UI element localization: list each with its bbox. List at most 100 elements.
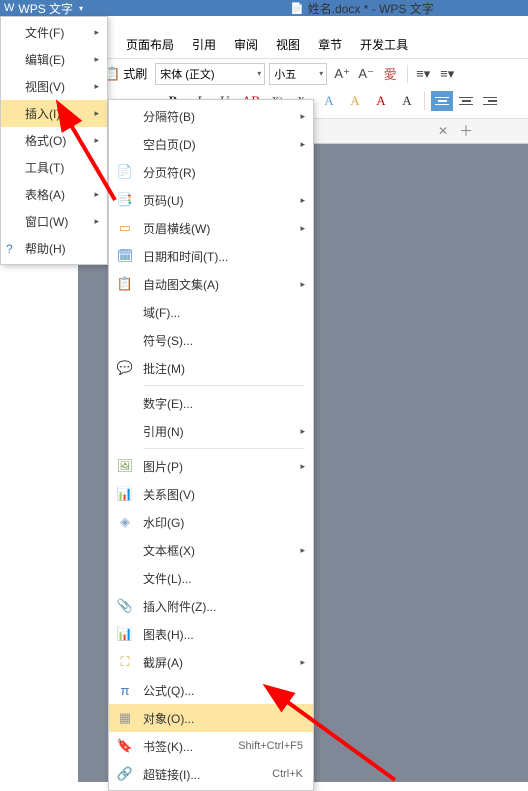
- document-icon: 📄: [290, 2, 304, 15]
- insert-menu-item[interactable]: 📄分页符(R): [109, 158, 313, 186]
- chevron-right-icon: ▸: [300, 195, 305, 206]
- menu-item-label: 空白页(D): [143, 136, 196, 153]
- classic-menu-item[interactable]: 视图(V)▸: [1, 73, 107, 100]
- menu-item-icon: ◈: [117, 514, 133, 530]
- insert-menu-item[interactable]: 📎插入附件(Z)...: [109, 592, 313, 620]
- bullets-button[interactable]: ≡▾: [412, 63, 434, 85]
- text-effect-button[interactable]: A: [316, 90, 342, 112]
- insert-menu-item[interactable]: 引用(N)▸: [109, 417, 313, 445]
- font-size-select[interactable]: 小五 ▾: [269, 63, 327, 85]
- chevron-down-icon: ▾: [257, 69, 261, 78]
- decrease-font-button[interactable]: A⁻: [355, 63, 377, 85]
- menu-item-label: 文本框(X): [143, 542, 195, 559]
- menu-item-label: 日期和时间(T)...: [143, 248, 228, 265]
- highlight-button[interactable]: A: [342, 90, 368, 112]
- insert-menu-item[interactable]: ◈水印(G): [109, 508, 313, 536]
- insert-menu-item[interactable]: 🔗超链接(I)...Ctrl+K: [109, 760, 313, 788]
- insert-menu-item[interactable]: 空白页(D)▸: [109, 130, 313, 158]
- chevron-right-icon: ▸: [300, 461, 305, 472]
- tab-page-layout[interactable]: 页面布局: [126, 36, 174, 53]
- menu-item-label: 图片(P): [143, 458, 183, 475]
- menu-item-label: 页眉横线(W): [143, 220, 210, 237]
- classic-menu-item[interactable]: 工具(T)▸: [1, 154, 107, 181]
- phonetic-guide-button[interactable]: 愛: [379, 63, 401, 85]
- menu-item-icon: [117, 304, 133, 320]
- tab-developer[interactable]: 开发工具: [360, 36, 408, 53]
- menu-item-label: 分隔符(B): [143, 108, 195, 125]
- insert-menu-item[interactable]: 文件(L)...: [109, 564, 313, 592]
- menu-item-label: 数字(E)...: [143, 395, 193, 412]
- tab-view[interactable]: 视图: [276, 36, 300, 53]
- align-left-button[interactable]: [431, 91, 453, 111]
- document-title-wrap: 📄 姓名.docx * - WPS 文字: [290, 0, 434, 16]
- insert-menu-item[interactable]: 数字(E)...: [109, 389, 313, 417]
- numbering-button[interactable]: ≡▾: [436, 63, 458, 85]
- insert-menu-item[interactable]: 🔖书签(K)...Shift+Ctrl+F5: [109, 732, 313, 760]
- tab-sections[interactable]: 章节: [318, 36, 342, 53]
- chevron-right-icon: ▸: [94, 216, 99, 227]
- increase-font-button[interactable]: A⁺: [331, 63, 353, 85]
- insert-menu-item[interactable]: 💬 批注(M): [109, 354, 313, 382]
- insert-menu-item[interactable]: ▦ 对象(O)...: [109, 704, 313, 732]
- menu-item-label: 批注(M): [143, 360, 185, 377]
- font-size-value: 小五: [274, 66, 296, 82]
- insert-menu-item[interactable]: 📑页码(U)▸: [109, 186, 313, 214]
- menu-item-label: 书签(K)...: [143, 738, 193, 755]
- titlebar-dropdown-icon[interactable]: ▾: [79, 4, 83, 13]
- menu-item-label: 对象(O)...: [143, 710, 194, 727]
- insert-menu-item[interactable]: 🖼图片(P)▸: [109, 452, 313, 480]
- menu-item-label: 关系图(V): [143, 486, 195, 503]
- classic-menu-item[interactable]: ?帮助(H): [1, 235, 107, 262]
- insert-menu-item[interactable]: π公式(Q)...: [109, 676, 313, 704]
- insert-menu-item[interactable]: 🗓日期和时间(T)...: [109, 242, 313, 270]
- align-center-button[interactable]: [455, 91, 477, 111]
- menu-item-label: 图表(H)...: [143, 626, 194, 643]
- insert-menu-item[interactable]: 分隔符(B)▸: [109, 102, 313, 130]
- classic-menu-item[interactable]: 表格(A)▸: [1, 181, 107, 208]
- insert-menu-item[interactable]: 📋自动图文集(A)▸: [109, 270, 313, 298]
- insert-menu-item[interactable]: 文本框(X)▸: [109, 536, 313, 564]
- align-right-button[interactable]: [479, 91, 501, 111]
- menu-item-icon: [117, 542, 133, 558]
- new-tab-button[interactable]: ＋: [459, 121, 473, 141]
- insert-menu-item[interactable]: 📊 图表(H)...: [109, 620, 313, 648]
- menu-separator: [143, 448, 305, 449]
- menu-item-icon: 💬: [117, 360, 133, 376]
- tab-references[interactable]: 引用: [192, 36, 216, 53]
- close-tab-button[interactable]: ✕: [438, 124, 448, 138]
- classic-menu-item[interactable]: 格式(O)▸: [1, 127, 107, 154]
- titlebar: W WPS 文字 ▾: [0, 0, 528, 16]
- menu-item-icon: 📎: [117, 598, 133, 614]
- char-shading-button[interactable]: A: [394, 90, 420, 112]
- separator: [407, 65, 408, 83]
- classic-menu-item[interactable]: 文件(F) ▸: [1, 19, 107, 46]
- insert-menu-item[interactable]: ▭页眉横线(W)▸: [109, 214, 313, 242]
- font-color-button[interactable]: A: [368, 90, 394, 112]
- classic-menu-item[interactable]: 编辑(E)▸: [1, 46, 107, 73]
- menu-item-icon: ⛶: [117, 654, 133, 670]
- document-title: 姓名.docx * - WPS 文字: [308, 0, 434, 17]
- ribbon-tabs: 页面布局 引用 审阅 视图 章节 开发工具: [126, 32, 528, 56]
- chevron-right-icon: ▸: [94, 27, 99, 38]
- menu-item-label: 文件(F): [25, 24, 64, 41]
- chevron-right-icon: ▸: [300, 426, 305, 437]
- insert-menu-item[interactable]: ⛶截屏(A)▸: [109, 648, 313, 676]
- menu-item-label: 表格(A): [25, 186, 65, 203]
- insert-menu-item[interactable]: 符号(S)...: [109, 326, 313, 354]
- font-select[interactable]: 宋体 (正文) ▾: [155, 63, 265, 85]
- menu-item-icon: 📋: [117, 276, 133, 292]
- classic-menu-item[interactable]: 插入(I)▸: [1, 100, 107, 127]
- classic-menu-item[interactable]: 窗口(W) ▸: [1, 208, 107, 235]
- chevron-right-icon: ▸: [94, 108, 99, 119]
- menu-item-label: 超链接(I)...: [143, 766, 200, 783]
- toolbar-font: 📋 式刷 宋体 (正文) ▾ 小五 ▾ A⁺ A⁻ 愛 ≡▾ ≡▾: [100, 58, 528, 88]
- menu-item-icon: 📊: [117, 626, 133, 642]
- insert-menu-item[interactable]: 域(F)...: [109, 298, 313, 326]
- menu-item-icon: ▦: [117, 710, 133, 726]
- menu-item-label: 分页符(R): [143, 164, 196, 181]
- menu-item-label: 窗口(W): [25, 213, 68, 230]
- menu-item-icon: 🔖: [117, 738, 133, 754]
- tab-review[interactable]: 审阅: [234, 36, 258, 53]
- insert-menu-item[interactable]: 📊关系图(V): [109, 480, 313, 508]
- app-name: WPS 文字: [18, 0, 73, 17]
